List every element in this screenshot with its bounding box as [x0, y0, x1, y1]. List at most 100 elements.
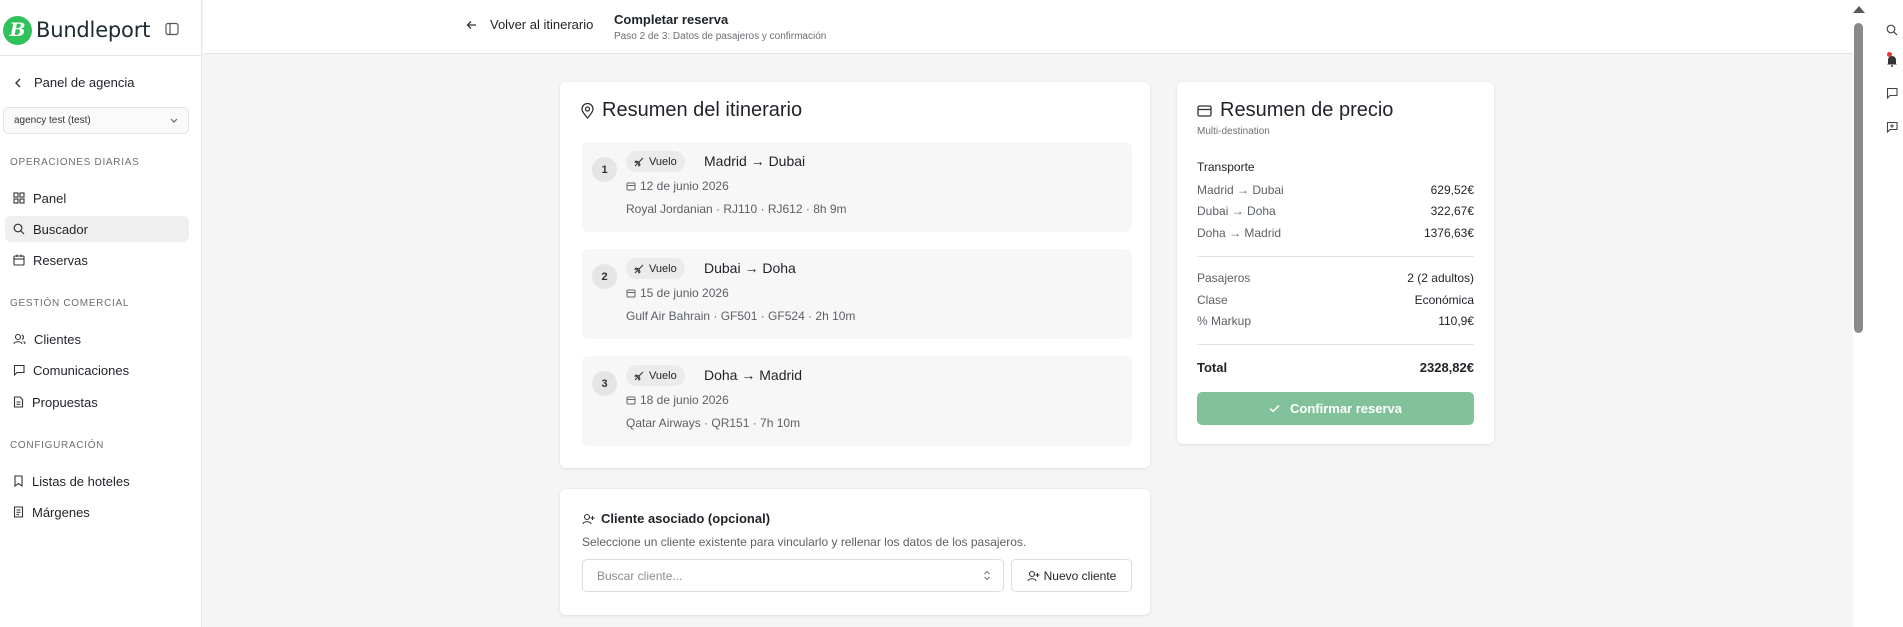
leg-date: 18 de junio 2026 [626, 393, 729, 407]
back-to-itinerary-button[interactable]: Volver al itinerario [466, 17, 593, 32]
sidebar-item-buscador[interactable]: Buscador [5, 216, 189, 242]
arrow-left-icon [466, 20, 476, 29]
transport-row-value: 629,52€ [1430, 183, 1474, 197]
divider [1197, 344, 1474, 345]
sidebar-item-label: Clientes [34, 331, 81, 347]
plane-icon [634, 157, 644, 167]
transport-row-label: Dubai → Doha [1197, 204, 1276, 218]
sidebar-item-panel[interactable]: Panel [5, 185, 189, 211]
leg-date: 12 de junio 2026 [626, 179, 729, 193]
leg-date: 15 de junio 2026 [626, 286, 729, 300]
section-label-configuracion: CONFIGURACIÓN [10, 440, 105, 451]
leg-info: Royal Jordanian · RJ110 · RJ612 · 8h 9m [626, 202, 847, 216]
sidebar-toggle-icon[interactable] [165, 22, 179, 36]
detail-row-value: 110,9€ [1438, 314, 1474, 328]
dashboard-icon [13, 192, 25, 204]
sidebar-item-label: Panel [33, 190, 67, 206]
leg-type-badge: Vuelo [626, 151, 685, 172]
search-icon[interactable] [1886, 24, 1898, 36]
agency-select[interactable]: agency test (test) [3, 107, 189, 134]
itinerary-leg: 3 Vuelo Doha → Madrid 18 de junio 2026 Q… [582, 356, 1132, 446]
itinerary-title: Resumen del itinerario [581, 99, 802, 122]
calendar-icon [13, 254, 25, 266]
bookmark-icon [14, 475, 23, 487]
detail-row: % Markup 110,9€ [1197, 314, 1474, 328]
scrollbar-thumb[interactable] [1854, 23, 1863, 333]
detail-row-value: 2 (2 adultos) [1407, 271, 1474, 285]
sidebar-item-label: Buscador [33, 221, 88, 237]
user-plus-icon [1027, 570, 1040, 581]
leg-type-badge: Vuelo [626, 365, 685, 386]
sidebar-item-clientes[interactable]: Clientes [5, 326, 189, 352]
client-title: Cliente asociado (opcional) [582, 511, 770, 526]
sidebar: B Bundleport Panel de agencia agency tes… [0, 0, 202, 627]
new-client-button[interactable]: Nuevo cliente [1011, 559, 1132, 592]
sidebar-item-label: Listas de hoteles [32, 473, 130, 489]
itinerary-leg: 1 Vuelo Madrid → Dubai 12 de junio 2026 … [582, 142, 1132, 232]
new-client-label: Nuevo cliente [1043, 568, 1117, 583]
leg-info: Qatar Airways · QR151 · 7h 10m [626, 416, 801, 430]
section-label-gestion: GESTIÓN COMERCIAL [10, 298, 130, 309]
chat-icon[interactable] [1886, 87, 1898, 99]
page-header: Volver al itinerario Completar reserva P… [203, 0, 1853, 54]
document-icon [13, 396, 24, 408]
price-summary-subtitle: Multi-destination [1197, 126, 1270, 137]
sidebar-item-label: Propuestas [32, 394, 98, 410]
agency-select-value: agency test (test) [14, 115, 91, 126]
detail-row-label: Clase [1197, 293, 1228, 307]
sidebar-item-margenes[interactable]: Márgenes [5, 499, 189, 525]
sidebar-item-reservas[interactable]: Reservas [5, 247, 189, 273]
back-to-itinerary-label: Volver al itinerario [490, 17, 594, 32]
price-summary-title-label: Resumen de precio [1220, 99, 1394, 121]
user-plus-icon [582, 513, 595, 524]
leg-date-label: 15 de junio 2026 [640, 286, 729, 300]
sidebar-item-listas-hoteles[interactable]: Listas de hoteles [5, 468, 189, 494]
calendar-icon [626, 182, 636, 191]
credit-card-icon [1197, 104, 1212, 117]
chevron-left-icon [15, 78, 21, 87]
message-icon [13, 364, 25, 376]
detail-row: Clase Económica [1197, 293, 1474, 307]
leg-type-badge: Vuelo [626, 258, 685, 279]
sidebar-item-comunicaciones[interactable]: Comunicaciones [5, 357, 189, 383]
confirm-booking-label: Confirmar reserva [1290, 401, 1402, 416]
client-title-label: Cliente asociado (opcional) [601, 511, 771, 526]
back-to-agency-link[interactable]: Panel de agencia [14, 75, 134, 90]
client-description: Seleccione un cliente existente para vin… [582, 535, 1027, 549]
leg-type-label: Vuelo [649, 369, 677, 382]
sidebar-item-label: Reservas [33, 252, 88, 268]
search-icon [13, 223, 25, 235]
section-label-operaciones: OPERACIONES DIARIAS [10, 157, 140, 168]
brand-name: Bundleport [36, 18, 151, 42]
leg-route: Doha → Madrid [704, 367, 803, 383]
confirm-booking-button[interactable]: Confirmar reserva [1197, 392, 1474, 425]
brand-logo: B [3, 15, 32, 45]
scroll-up-arrow[interactable] [1853, 6, 1865, 13]
total-value: 2328,82€ [1419, 360, 1474, 375]
sidebar-item-propuestas[interactable]: Propuestas [5, 389, 189, 415]
receipt-icon [13, 506, 24, 518]
client-search-combobox[interactable]: Buscar cliente... [582, 559, 1004, 592]
client-search-placeholder: Buscar cliente... [597, 568, 683, 583]
calendar-icon [626, 289, 636, 298]
leg-info: Gulf Air Bahrain · GF501 · GF524 · 2h 10… [626, 309, 856, 323]
check-icon [1269, 404, 1280, 413]
sidebar-item-label: Comunicaciones [33, 362, 130, 378]
itinerary-title-label: Resumen del itinerario [602, 99, 803, 121]
transport-row-label: Doha → Madrid [1197, 226, 1282, 240]
back-to-agency-label: Panel de agencia [34, 75, 135, 90]
itinerary-card: Resumen del itinerario 1 Vuelo Madrid → … [560, 82, 1150, 468]
transport-row: Doha → Madrid 1376,63€ [1197, 226, 1474, 240]
price-summary-title: Resumen de precio [1197, 99, 1393, 122]
plane-icon [634, 264, 644, 274]
plane-icon [634, 371, 644, 381]
sidebar-divider [0, 55, 202, 56]
transport-row-value: 322,67€ [1430, 204, 1474, 218]
leg-type-label: Vuelo [649, 155, 677, 168]
leg-route: Madrid → Dubai [704, 153, 806, 169]
leg-number: 1 [592, 157, 617, 182]
brand[interactable]: B Bundleport [3, 15, 150, 45]
feedback-icon[interactable] [1886, 121, 1898, 133]
leg-number: 3 [592, 371, 617, 396]
page-subtitle: Paso 2 de 3: Datos de pasajeros y confir… [614, 31, 827, 42]
